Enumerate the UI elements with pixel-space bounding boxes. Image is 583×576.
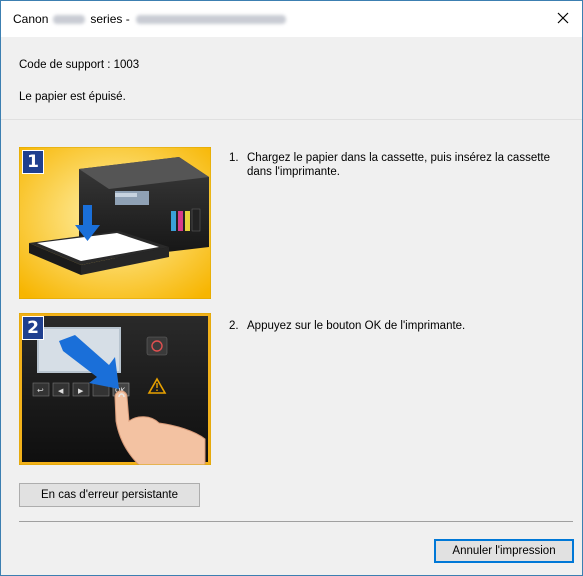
persistent-error-button[interactable]: En cas d'erreur persistante [19,483,200,507]
redacted-model [53,14,86,24]
step-2-illustration: ↩ ◀ ▶ OK 2 [19,313,211,465]
error-description: Le papier est épuisé. [19,91,126,103]
divider [1,119,582,120]
footer-divider [19,521,573,522]
title-series: series - [90,12,130,26]
title-bar: Canon series - [1,1,582,37]
step-1-number: 1. [229,152,239,164]
step-1-illustration: 1 [19,147,211,299]
dialog-window: Canon series - Code de support : 1003 Le… [0,0,583,576]
redacted-hostname [135,14,286,24]
step-2-text: 2. Appuyez sur le bouton OK de l'imprima… [229,319,559,333]
svg-text:↩: ↩ [37,386,44,395]
cancel-print-button[interactable]: Annuler l'impression [434,539,574,563]
window-title: Canon series - [13,12,291,26]
title-prefix: Canon [13,12,49,26]
svg-text:▶: ▶ [78,387,84,395]
step-1-badge: 1 [22,150,44,174]
step-2-instruction: Appuyez sur le bouton OK de l'imprimante… [247,320,466,332]
close-icon [557,12,569,24]
step-2-number: 2. [229,320,239,332]
step-2-badge: 2 [22,316,44,340]
support-code: Code de support : 1003 [19,59,140,71]
step-1-text: 1. Chargez le papier dans la cassette, p… [229,151,559,179]
step-1-instruction: Chargez le papier dans la cassette, puis… [247,152,550,178]
svg-text:◀: ◀ [58,387,64,395]
close-button[interactable] [556,11,570,25]
